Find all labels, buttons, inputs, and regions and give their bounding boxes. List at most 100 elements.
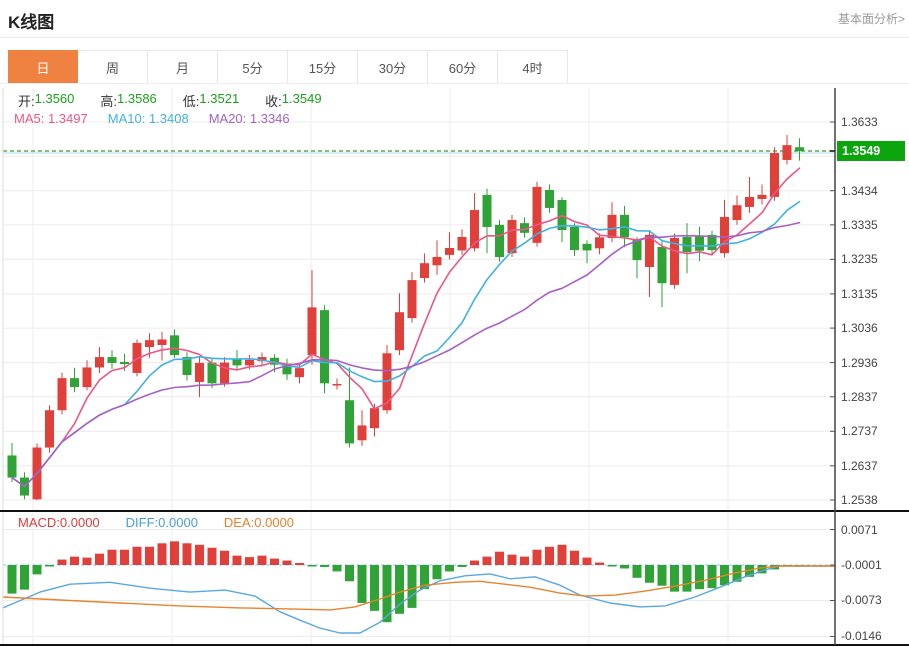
- ma10-value: 1.3408: [149, 111, 189, 126]
- price-tick-label: 1.3036: [841, 321, 878, 335]
- low-value: 1.3521: [199, 91, 239, 110]
- candle-body: [170, 335, 179, 355]
- candle-body: [433, 257, 442, 265]
- macd-bar: [595, 563, 604, 565]
- macd-bar: [8, 565, 17, 594]
- ma5-line: [12, 168, 800, 486]
- macd-bar: [283, 561, 292, 565]
- macd-bar: [333, 565, 342, 571]
- ma-legend: MA5: 1.3497 MA10: 1.3408 MA20: 1.3346: [14, 111, 290, 126]
- candle-body: [445, 248, 454, 255]
- candle-body: [408, 280, 417, 318]
- kline-page: K线图 基本面分析> 日周月5分15分30分60分4时 开:1.3560 高:1…: [0, 0, 909, 647]
- candle-body: [783, 145, 792, 160]
- candle-body: [320, 310, 329, 383]
- candle-body: [58, 378, 67, 410]
- diff-value: 0.0000: [158, 515, 198, 530]
- candle-body: [195, 363, 204, 382]
- candle-body: [220, 363, 229, 384]
- ma10-label: MA10:: [108, 111, 149, 126]
- macd-bar: [408, 565, 417, 608]
- candle-body: [795, 147, 804, 151]
- macd-bar: [533, 550, 542, 565]
- macd-bar: [520, 557, 529, 565]
- close-label: 收:: [265, 91, 282, 110]
- candle-body: [658, 247, 667, 283]
- macd-bar: [445, 565, 454, 571]
- price-tick-label: 1.2737: [841, 424, 878, 438]
- macd-label: MACD:: [18, 515, 60, 530]
- macd-bar: [108, 550, 117, 565]
- candle-body: [695, 236, 704, 250]
- macd-bar: [470, 561, 479, 565]
- macd-bar: [558, 545, 567, 565]
- candle-body: [395, 312, 404, 350]
- candle-body: [108, 357, 117, 363]
- macd-bar: [683, 565, 692, 592]
- macd-bar: [308, 565, 317, 567]
- macd-bar: [658, 565, 667, 586]
- price-tick-label: 1.2837: [841, 390, 878, 404]
- macd-bar: [708, 565, 717, 588]
- price-tick-label: 1.3135: [841, 287, 878, 301]
- macd-bar: [183, 543, 192, 565]
- candle-body: [95, 357, 104, 367]
- macd-bar: [220, 551, 229, 565]
- price-tick-label: 1.3235: [841, 252, 878, 266]
- candle-body: [545, 190, 554, 208]
- candle-body: [583, 244, 592, 251]
- macd-bar: [608, 565, 617, 567]
- macd-bar: [95, 554, 104, 565]
- candle-body: [633, 240, 642, 260]
- macd-bar: [83, 558, 92, 565]
- macd-bar: [258, 556, 267, 565]
- macd-bar: [45, 565, 54, 567]
- candle-body: [358, 425, 367, 440]
- macd-bar: [158, 543, 167, 565]
- macd-bar: [345, 565, 354, 581]
- macd-bar: [483, 557, 492, 565]
- candle-body: [608, 215, 617, 238]
- open-label: 开:: [18, 91, 35, 110]
- macd-tick-label: 0.0071: [841, 523, 878, 537]
- price-tick-label: 1.2936: [841, 356, 878, 370]
- candle-body: [208, 363, 217, 384]
- candle-body: [745, 197, 754, 207]
- ma20-value: 1.3346: [250, 111, 290, 126]
- macd-bar: [620, 565, 629, 568]
- ma20-line: [12, 223, 800, 487]
- candle-body: [670, 238, 679, 285]
- low-label: 低:: [183, 91, 200, 110]
- macd-bar: [545, 547, 554, 565]
- candle-body: [458, 237, 467, 250]
- macd-legend: MACD:0.0000 DIFF:0.0000 DEA:0.0000: [18, 515, 294, 530]
- macd-bar: [233, 556, 242, 565]
- macd-bar: [495, 552, 504, 565]
- price-tick-label: 1.3335: [841, 218, 878, 232]
- macd-tick-label: -0.0073: [841, 593, 882, 607]
- price-tick-label: 1.2637: [841, 459, 878, 473]
- macd-bar: [583, 558, 592, 565]
- macd-bar: [320, 565, 329, 567]
- macd-bar: [670, 565, 679, 592]
- candle-body: [158, 339, 167, 345]
- candle-body: [570, 227, 579, 250]
- candle-body: [758, 195, 767, 199]
- macd-bar: [245, 557, 254, 565]
- macd-bar: [645, 565, 654, 583]
- price-tick-label: 1.2538: [841, 493, 878, 507]
- candle-body: [70, 378, 79, 387]
- macd-bar: [145, 547, 154, 565]
- candle-body: [245, 360, 254, 366]
- macd-bar: [270, 559, 279, 565]
- candle-body: [483, 195, 492, 227]
- macd-bar: [70, 557, 79, 565]
- candle-body: [8, 455, 17, 477]
- macd-bar: [58, 560, 67, 565]
- macd-bar: [370, 565, 379, 611]
- diff-label: DIFF:: [126, 515, 159, 530]
- macd-tick-label: -0.0001: [841, 558, 882, 572]
- close-value: 1.3549: [282, 91, 322, 110]
- macd-bar: [133, 547, 142, 565]
- candle-body: [733, 205, 742, 220]
